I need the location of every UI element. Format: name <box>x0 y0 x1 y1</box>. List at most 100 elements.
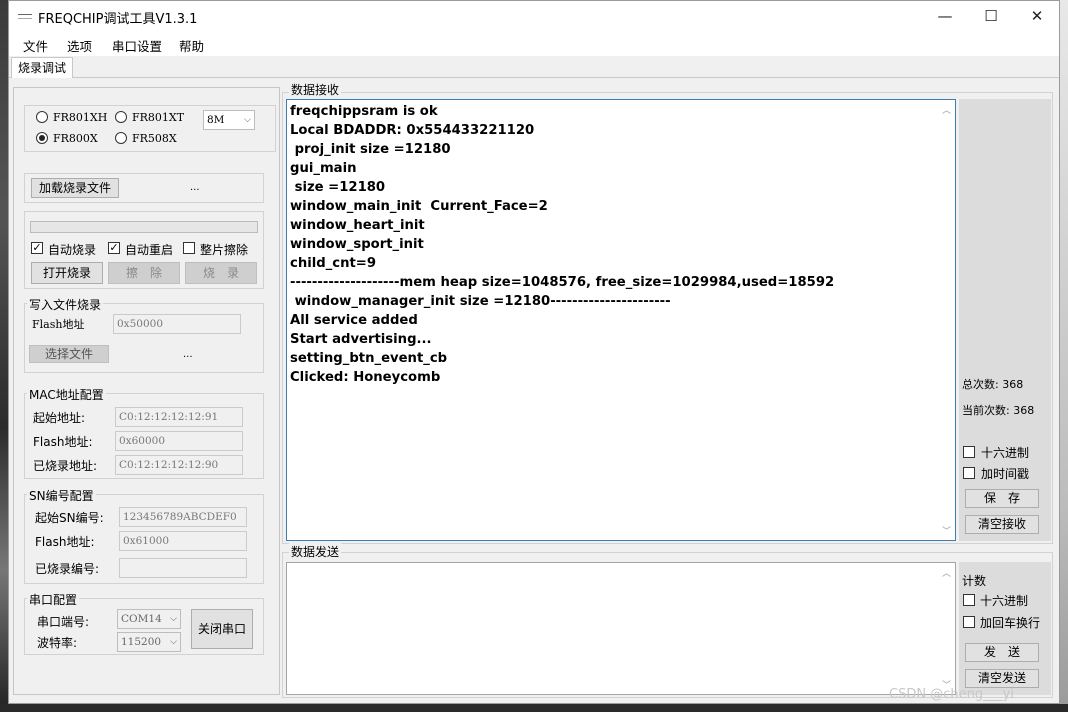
receive-hex-label: 十六进制 <box>981 446 1030 460</box>
crlf-checkbox[interactable] <box>963 616 975 628</box>
sn-group-title: SN编号配置 <box>27 487 96 504</box>
baud-value: 115200 <box>121 636 162 648</box>
timestamp-checkbox[interactable] <box>963 467 975 479</box>
current-count-label: 当前次数: 368 <box>962 404 1035 417</box>
radio-fr801xt[interactable] <box>115 111 127 123</box>
scroll-down-icon[interactable]: ﹀ <box>942 524 951 537</box>
sn-start-field[interactable]: 123456789ABCDEF0 <box>119 507 247 527</box>
receive-line: window_main_init Current_Face=2 <box>290 199 548 214</box>
radio-fr508x[interactable] <box>115 132 127 144</box>
save-button[interactable]: 保 存 <box>965 489 1039 508</box>
menu-options[interactable]: 选项 <box>67 36 92 55</box>
write-file-path: ... <box>183 349 193 360</box>
auto-restart-checkbox[interactable]: ✓ <box>108 242 120 254</box>
auto-burn-checkbox[interactable]: ✓ <box>31 242 43 254</box>
select-file-button[interactable]: 选择文件 <box>29 345 109 363</box>
sn-flash-label: Flash地址: <box>35 535 95 549</box>
chip-select-group: FR801XH FR801XT FR800X FR508X 8M ⌵ <box>24 105 276 152</box>
timestamp-label: 加时间戳 <box>981 467 1030 481</box>
receive-group-title: 数据接收 <box>289 81 342 98</box>
watermark: CSDN @cheng___yi <box>889 687 1014 702</box>
flash-size-select[interactable]: 8M ⌵ <box>203 110 255 130</box>
send-count-label: 计数 <box>962 574 987 588</box>
receive-line: child_cnt=9 <box>290 256 377 271</box>
flash-size-value: 8M <box>207 114 225 126</box>
mac-burned-label: 已烧录地址: <box>33 459 98 473</box>
write-file-group-title: 写入文件烧录 <box>27 296 104 313</box>
write-flash-label: Flash地址 <box>32 318 85 331</box>
sn-flash-field[interactable]: 0x61000 <box>119 531 247 551</box>
close-serial-button[interactable]: 关闭串口 <box>191 609 253 649</box>
write-file-group: 写入文件烧录 Flash地址 0x50000 选择文件 ... <box>24 296 264 373</box>
receive-line: Clicked: Honeycomb <box>290 370 441 385</box>
send-scrollbar[interactable]: ︿ ﹀ <box>938 563 955 694</box>
sn-burned-field[interactable] <box>119 558 247 578</box>
clear-send-button[interactable]: 清空发送 <box>965 669 1039 688</box>
burn-button[interactable]: 烧 录 <box>185 262 257 284</box>
sn-burned-label: 已烧录编号: <box>35 562 100 576</box>
baud-select[interactable]: 115200 ⌵ <box>117 632 181 652</box>
title-bar: FREQCHIP调试工具V1.3.1 — ☐ ✕ <box>9 1 1059 32</box>
serial-group-title: 串口配置 <box>27 591 80 608</box>
mac-flash-field[interactable]: 0x60000 <box>115 431 243 451</box>
send-button[interactable]: 发 送 <box>965 643 1039 662</box>
minimize-button[interactable]: — <box>922 1 968 32</box>
write-flash-field[interactable]: 0x50000 <box>113 314 241 334</box>
send-group-title: 数据发送 <box>289 543 342 560</box>
radio-fr800x-label: FR800X <box>53 132 98 145</box>
maximize-button[interactable]: ☐ <box>968 1 1014 32</box>
receive-line: window_sport_init <box>290 237 424 252</box>
serial-port-label: 串口端号: <box>37 615 90 629</box>
tab-burn-debug[interactable]: 烧录调试 <box>11 57 74 78</box>
total-count-label: 总次数: 368 <box>962 378 1024 391</box>
receive-line: All service added <box>290 313 418 328</box>
receive-textarea[interactable]: freqchippsram is ok Local BDADDR: 0x55443… <box>286 99 956 541</box>
send-hex-label: 十六进制 <box>980 594 1029 608</box>
menu-file[interactable]: 文件 <box>23 36 48 55</box>
desktop-left-strip <box>0 0 8 712</box>
scroll-up-icon[interactable]: ︿ <box>942 566 951 579</box>
full-erase-checkbox[interactable] <box>183 242 195 254</box>
mac-group-title: MAC地址配置 <box>27 386 106 403</box>
serial-port-select[interactable]: COM14 ⌵ <box>117 609 181 629</box>
menu-help[interactable]: 帮助 <box>179 36 204 55</box>
radio-fr801xh[interactable] <box>36 111 48 123</box>
chevron-down-icon: ⌵ <box>170 637 177 647</box>
menu-bar: 文件 选项 串口设置 帮助 <box>9 32 1059 56</box>
scroll-up-icon[interactable]: ︿ <box>942 103 951 116</box>
receive-line: --------------------mem heap size=104857… <box>290 275 835 290</box>
mac-burned-field[interactable]: C0:12:12:12:12:90 <box>115 455 243 475</box>
desktop-bottom-strip <box>0 704 1068 712</box>
send-side-panel: 计数 十六进制 加回车换行 发 送 清空发送 <box>959 562 1051 695</box>
auto-burn-label: 自动烧录 <box>48 243 97 257</box>
app-icon <box>18 14 32 19</box>
receive-side-panel: 总次数: 368 当前次数: 368 十六进制 加时间戳 保 存 清空接收 <box>959 99 1051 541</box>
clear-receive-button[interactable]: 清空接收 <box>965 515 1039 534</box>
mac-start-label: 起始地址: <box>33 411 86 425</box>
menu-serial-settings[interactable]: 串口设置 <box>112 36 162 55</box>
close-button[interactable]: ✕ <box>1014 1 1060 32</box>
receive-text: freqchippsram is ok Local BDADDR: 0x55443… <box>290 102 834 387</box>
burn-progress-bar <box>30 221 258 233</box>
receive-line: gui_main <box>290 161 357 176</box>
erase-button[interactable]: 擦 除 <box>108 262 180 284</box>
chevron-down-icon: ⌵ <box>244 115 251 125</box>
send-textarea[interactable]: ︿ ﹀ <box>286 562 956 695</box>
receive-hex-checkbox[interactable] <box>963 446 975 458</box>
load-file-path: ... <box>190 182 200 193</box>
receive-line: Local BDADDR: 0x554433221120 <box>290 123 535 138</box>
radio-fr508x-label: FR508X <box>132 132 177 145</box>
receive-line: size =12180 <box>290 180 386 195</box>
load-burn-file-button[interactable]: 加载烧录文件 <box>31 178 119 198</box>
receive-line: proj_init size =12180 <box>290 142 451 157</box>
mac-flash-label: Flash地址: <box>33 435 93 449</box>
receive-scrollbar[interactable]: ︿ ﹀ <box>938 100 955 540</box>
receive-line: window_heart_init <box>290 218 425 233</box>
receive-line: setting_btn_event_cb <box>290 351 448 366</box>
open-burn-button[interactable]: 打开烧录 <box>31 262 103 284</box>
crlf-label: 加回车换行 <box>980 616 1041 630</box>
send-hex-checkbox[interactable] <box>963 594 975 606</box>
radio-fr800x[interactable] <box>36 132 48 144</box>
mac-start-field[interactable]: C0:12:12:12:12:91 <box>115 407 243 427</box>
full-erase-label: 整片擦除 <box>200 243 249 257</box>
